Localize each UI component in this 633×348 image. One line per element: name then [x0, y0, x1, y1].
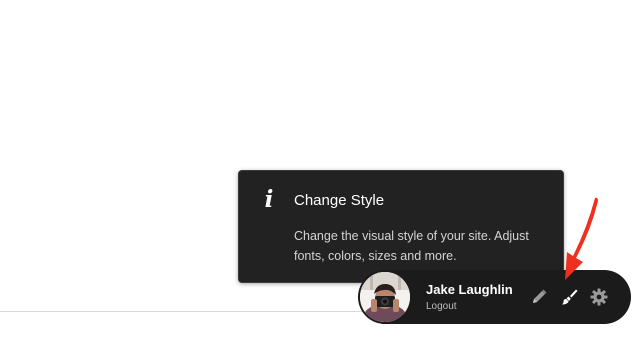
info-icon: i [264, 186, 274, 213]
pencil-icon[interactable] [529, 287, 549, 307]
user-name: Jake Laughlin [426, 282, 513, 297]
red-arrow-annotation [565, 197, 598, 280]
avatar-image [360, 272, 410, 322]
change-style-tooltip: i Change Style Change the visual style o… [238, 170, 564, 283]
gear-icon[interactable] [589, 287, 609, 307]
tooltip-title: Change Style [294, 192, 385, 209]
paintbrush-icon[interactable] [559, 287, 579, 307]
avatar[interactable] [360, 272, 410, 322]
page-divider [0, 311, 400, 312]
logout-link[interactable]: Logout [426, 301, 457, 313]
tooltip-description: Change the visual style of your site. Ad… [294, 229, 529, 263]
